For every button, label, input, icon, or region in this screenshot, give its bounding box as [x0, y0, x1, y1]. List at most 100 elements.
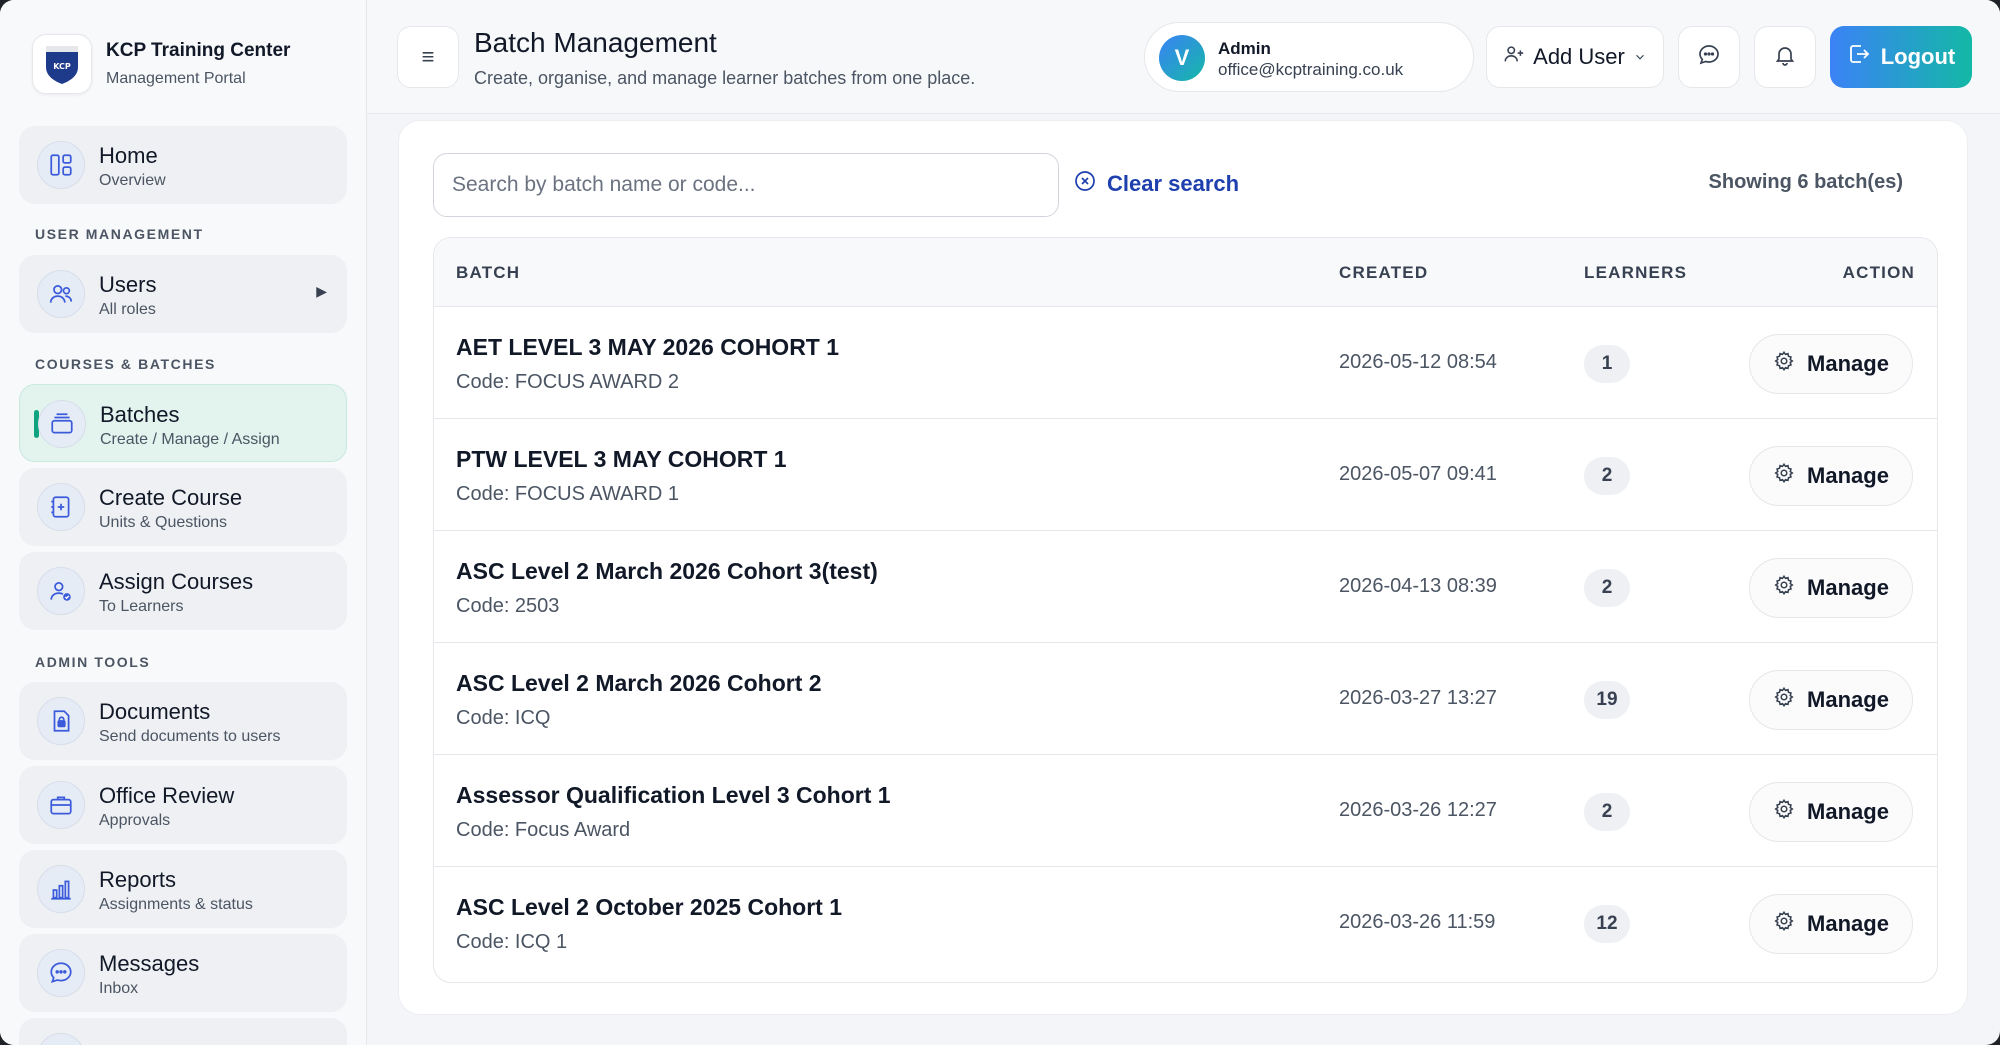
bell-icon [1773, 43, 1797, 72]
menu-toggle-button[interactable]: ≡ [397, 26, 459, 88]
table-row[interactable]: ASC Level 2 March 2026 Cohort 2 Code: IC… [434, 643, 1937, 755]
clear-search-button[interactable]: Clear search [1073, 169, 1239, 199]
created-date: 2026-03-27 13:27 [1339, 687, 1497, 709]
sidebar-item-reports[interactable]: Reports Assignments & status [19, 850, 347, 928]
table-row[interactable]: PTW LEVEL 3 MAY COHORT 1 Code: FOCUS AWA… [434, 419, 1937, 531]
user-email: office@kcptraining.co.uk [1218, 60, 1404, 79]
secure-document-icon [37, 697, 85, 745]
sidebar-item-home[interactable]: Home Overview [19, 126, 347, 204]
briefcase-icon [37, 781, 85, 829]
batch-code: Code: Focus Award [456, 819, 631, 841]
table-row[interactable]: ASC Level 2 March 2026 Cohort 3(test) Co… [434, 531, 1937, 643]
logout-icon [1847, 42, 1871, 72]
sidebar-item-create-course[interactable]: Create Course Units & Questions [19, 468, 347, 546]
table-row[interactable]: ASC Level 2 October 2025 Cohort 1 Code: … [434, 867, 1937, 979]
sidebar-item-assign-courses[interactable]: Assign Courses To Learners [19, 552, 347, 630]
search-input[interactable] [433, 153, 1059, 217]
sidebar: KCP KCP Training Center Management Porta… [0, 0, 367, 1045]
page-subtitle: Create, organise, and manage learner bat… [474, 68, 976, 88]
brand-logo-text: KCP [53, 62, 71, 71]
sidebar-item-label: Reports [99, 867, 177, 892]
manage-button[interactable]: Manage [1749, 334, 1913, 394]
learner-count-badge: 2 [1584, 569, 1630, 607]
batch-name: ASC Level 2 March 2026 Cohort 2 [456, 670, 822, 696]
sidebar-item-sub: To Learners [99, 598, 184, 615]
logout-button[interactable]: Logout [1830, 26, 1972, 88]
column-header-created[interactable]: CREATED [1339, 263, 1428, 283]
brand-logo: KCP [32, 34, 92, 94]
sidebar-item-messages[interactable]: Messages Inbox [19, 934, 347, 1012]
sidebar-item-documents[interactable]: Documents Send documents to users [19, 682, 347, 760]
chat-bubble-icon [37, 949, 85, 997]
sidebar-item-label: Office Review [99, 783, 235, 808]
chevron-down-icon [1633, 44, 1647, 70]
manage-label: Manage [1807, 911, 1889, 936]
learner-count-badge: 19 [1584, 681, 1630, 719]
brand-subtitle: Management Portal [106, 70, 246, 87]
column-header-batch[interactable]: BATCH [456, 263, 520, 283]
batch-name: PTW LEVEL 3 MAY COHORT 1 [456, 446, 787, 472]
close-circle-icon [1073, 169, 1097, 199]
user-profile-chip[interactable]: V Admin office@kcptraining.co.uk [1144, 22, 1474, 92]
notifications-button[interactable] [1754, 26, 1816, 88]
sidebar-item-sub: Assignments & status [99, 896, 253, 913]
created-date: 2026-05-12 08:54 [1339, 351, 1497, 373]
section-title-courses-batches: COURSES & BATCHES [35, 356, 216, 372]
messages-button[interactable] [1678, 26, 1740, 88]
sidebar-item-office-review[interactable]: Office Review Approvals [19, 766, 347, 844]
gear-icon [1773, 686, 1795, 714]
manage-label: Manage [1807, 351, 1889, 376]
sidebar-item-partial[interactable] [19, 1018, 347, 1045]
manage-button[interactable]: Manage [1749, 894, 1913, 954]
sidebar-item-users[interactable]: Users All roles ▶ [19, 255, 347, 333]
manage-button[interactable]: Manage [1749, 670, 1913, 730]
manage-button[interactable]: Manage [1749, 446, 1913, 506]
table-header: BATCH CREATED LEARNERS ACTION [434, 238, 1937, 307]
table-row[interactable]: AET LEVEL 3 MAY 2026 COHORT 1 Code: FOCU… [434, 307, 1937, 419]
sidebar-item-label: Create Course [99, 485, 243, 510]
manage-button[interactable]: Manage [1749, 558, 1913, 618]
created-date: 2026-03-26 12:27 [1339, 799, 1497, 821]
learner-count-badge: 1 [1584, 345, 1630, 383]
bar-chart-icon [37, 865, 85, 913]
clear-search-label: Clear search [1107, 171, 1240, 196]
expand-arrow-icon[interactable]: ▶ [316, 283, 327, 300]
sidebar-item-sub: Units & Questions [99, 514, 228, 531]
sidebar-item-label: Messages [99, 951, 200, 976]
gear-icon [1773, 462, 1795, 490]
sidebar-item-sub: Overview [99, 172, 166, 189]
batch-name: ASC Level 2 October 2025 Cohort 1 [456, 894, 843, 920]
brand[interactable]: KCP KCP Training Center Management Porta… [32, 34, 290, 94]
add-user-button[interactable]: Add User [1486, 26, 1664, 88]
column-header-learners[interactable]: LEARNERS [1584, 263, 1687, 283]
table-row[interactable]: Assessor Qualification Level 3 Cohort 1 … [434, 755, 1937, 867]
users-icon [37, 270, 85, 318]
batch-table: BATCH CREATED LEARNERS ACTION AET LEVEL … [433, 237, 1938, 983]
page-title: Batch Management [474, 27, 717, 58]
user-role: Admin [1218, 39, 1271, 58]
batch-list-card: Clear search Showing 6 batch(es) BATCH C… [398, 120, 1968, 1015]
manage-label: Manage [1807, 687, 1889, 712]
add-user-icon [1503, 43, 1525, 71]
section-title-user-management: USER MANAGEMENT [35, 226, 204, 242]
chat-icon [1697, 43, 1721, 72]
layers-icon [38, 400, 86, 448]
batch-name: AET LEVEL 3 MAY 2026 COHORT 1 [456, 334, 840, 360]
gear-icon [1773, 910, 1795, 938]
sidebar-item-batches[interactable]: Batches Create / Manage / Assign [19, 384, 347, 462]
created-date: 2026-03-26 11:59 [1339, 911, 1496, 933]
sidebar-item-sub: Send documents to users [99, 728, 281, 745]
manage-button[interactable]: Manage [1749, 782, 1913, 842]
sidebar-item-sub: Approvals [99, 812, 171, 829]
manage-label: Manage [1807, 463, 1889, 488]
list-icon [37, 1033, 85, 1045]
logout-label: Logout [1880, 44, 1956, 69]
learner-count-badge: 12 [1584, 905, 1630, 943]
sidebar-item-label: Users [99, 272, 157, 297]
batch-code: Code: 2503 [456, 595, 560, 617]
app-window: KCP KCP Training Center Management Porta… [0, 0, 2000, 1045]
sidebar-item-sub: Inbox [99, 980, 139, 997]
brand-title: KCP Training Center [106, 40, 291, 61]
add-user-label: Add User [1533, 44, 1625, 69]
sidebar-item-label: Documents [99, 699, 211, 724]
